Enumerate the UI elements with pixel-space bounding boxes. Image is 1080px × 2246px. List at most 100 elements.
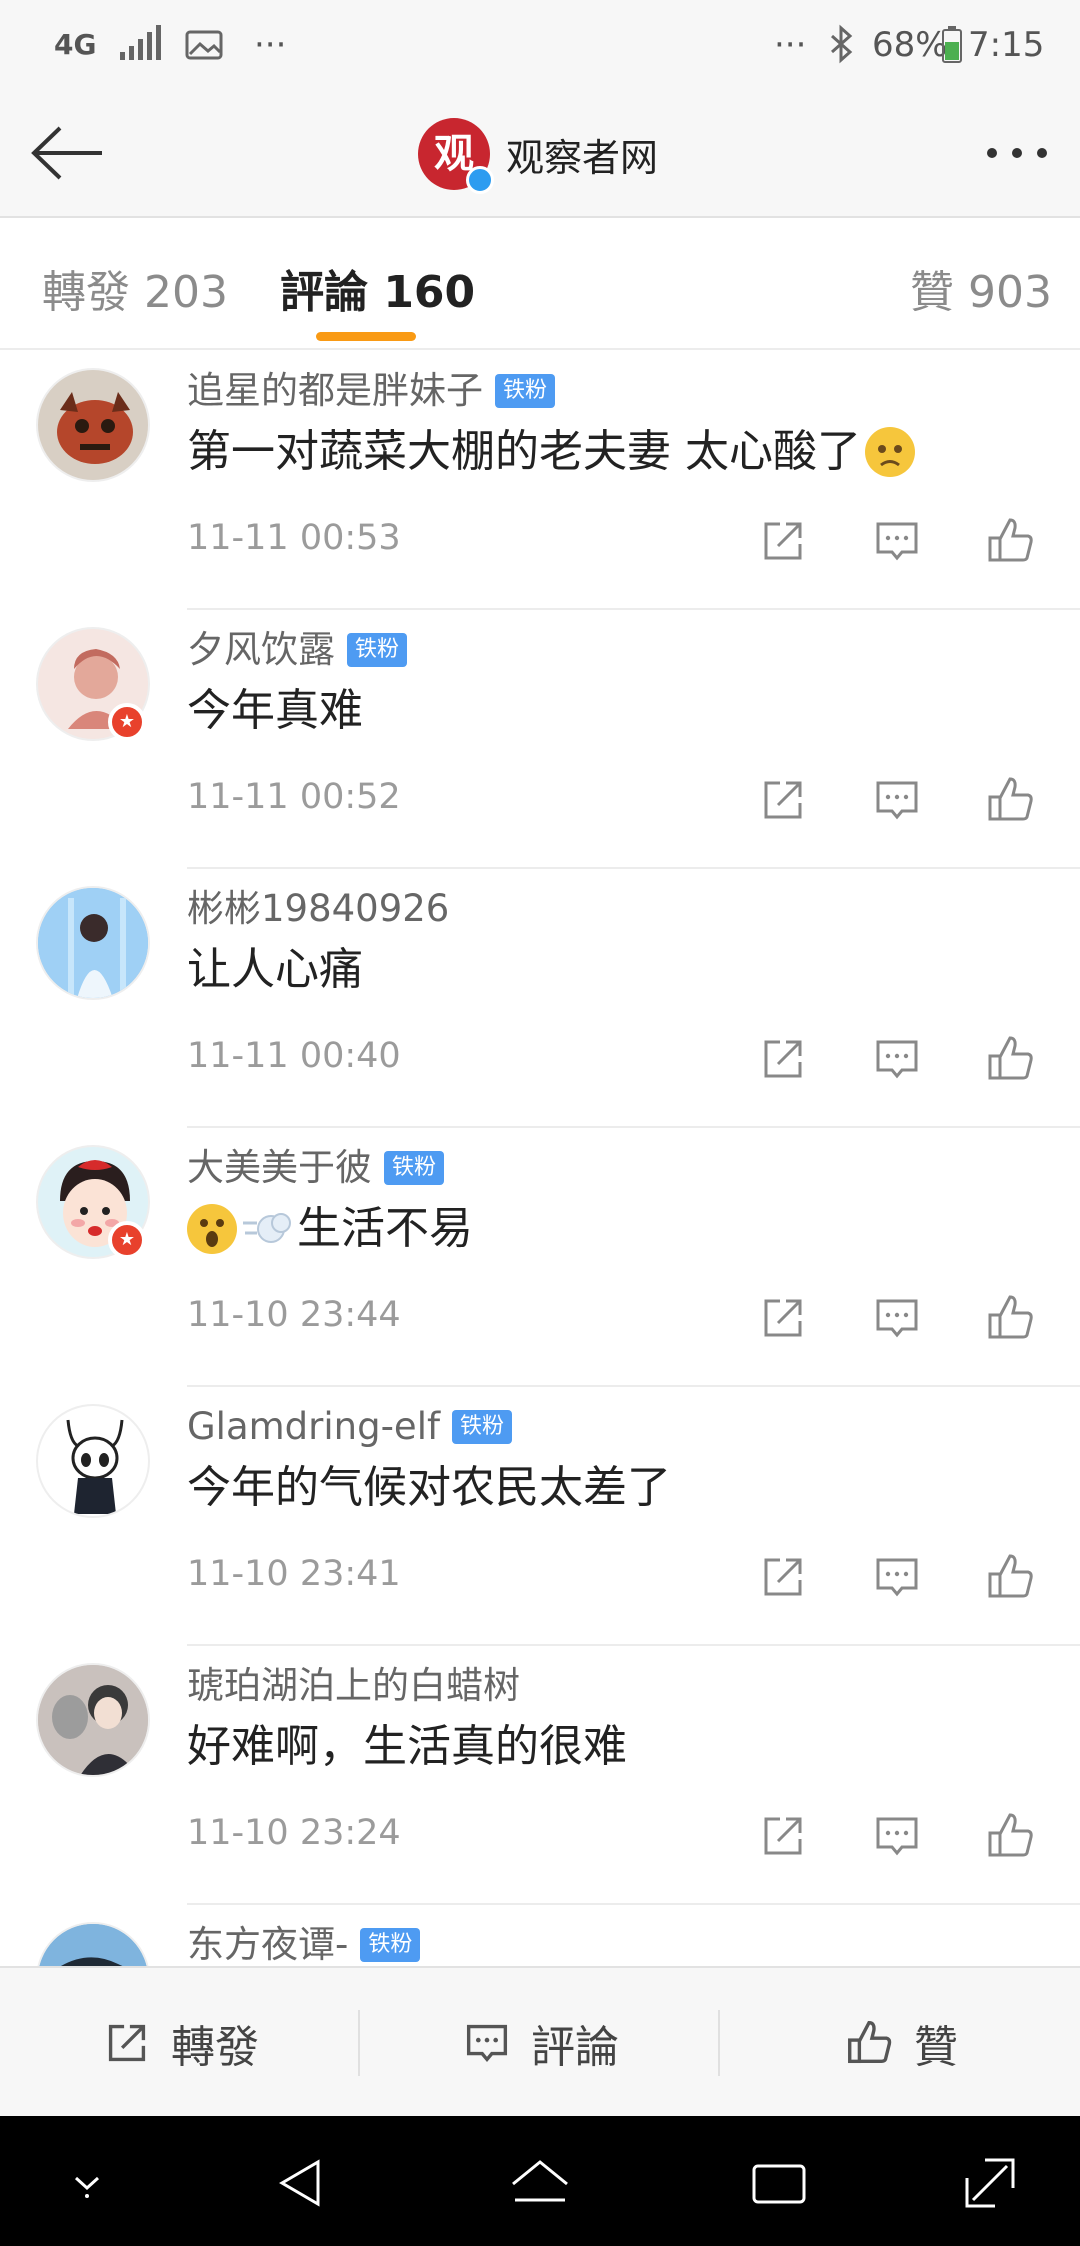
avatar[interactable]	[36, 1404, 150, 1518]
network-indicator: 4G	[54, 28, 97, 61]
comment-username[interactable]: Glamdring-elf 铁粉	[187, 1402, 513, 1452]
share-icon	[764, 1817, 802, 1855]
clock: 7:15	[968, 25, 1045, 65]
like-button[interactable]	[982, 1289, 1040, 1347]
reply-button[interactable]	[868, 1289, 926, 1347]
hide-nav-button[interactable]	[52, 2148, 122, 2218]
more-options-button[interactable]	[972, 118, 1062, 188]
comment-time: 11-10 23:24	[187, 1813, 401, 1853]
share-button[interactable]	[754, 1289, 812, 1347]
reply-button[interactable]	[868, 1548, 926, 1606]
like-button[interactable]	[982, 512, 1040, 570]
reply-button[interactable]	[868, 771, 926, 829]
reply-button[interactable]	[868, 1807, 926, 1865]
battery-icon	[940, 20, 964, 70]
avatar[interactable]	[36, 1922, 150, 1966]
verified-badge-icon	[466, 166, 494, 194]
comment-list[interactable]: 追星的都是胖妹子 铁粉 第一对蔬菜大棚的老夫妻 太心酸了 11-11 00:53 …	[0, 352, 1080, 1966]
share-button[interactable]	[754, 1030, 812, 1088]
share-icon	[108, 2024, 146, 2062]
comment-text: 今年的气候对农民太差了	[187, 1462, 671, 1513]
avatar[interactable]	[36, 368, 150, 482]
more-notifications: ···	[254, 25, 287, 65]
more-status: ···	[774, 25, 807, 65]
share-button[interactable]	[754, 771, 812, 829]
thumbs-up-icon	[988, 518, 1033, 562]
back-button[interactable]	[20, 108, 110, 198]
comment-icon	[876, 1040, 918, 1079]
comment-time: 11-10 23:44	[187, 1295, 401, 1335]
share-icon	[764, 1040, 802, 1078]
comment-icon	[876, 1817, 918, 1856]
comment-username[interactable]: 追星的都是胖妹子 铁粉	[187, 366, 556, 416]
comment-icon	[876, 781, 918, 820]
comment-time: 11-10 23:41	[187, 1554, 401, 1594]
comment-item: ★ 大美美于彼 铁粉 生活不易 11-10 23:44	[0, 1129, 1080, 1388]
share-button[interactable]	[754, 1807, 812, 1865]
divider	[187, 1903, 1080, 1905]
thumbs-up-icon	[848, 2021, 892, 2064]
share-icon	[764, 1299, 802, 1337]
tab-comments[interactable]: 評論 160	[280, 256, 475, 320]
recents-nav-button[interactable]	[744, 2148, 814, 2218]
comment-text: 让人心痛	[187, 944, 363, 995]
fan-badge: 铁粉	[384, 1151, 445, 1185]
avatar[interactable]	[36, 1663, 150, 1777]
thumbs-up-icon	[988, 1554, 1033, 1598]
thumbs-up-icon	[988, 1813, 1033, 1857]
divider	[187, 1126, 1080, 1128]
share-button[interactable]	[754, 512, 812, 570]
thumbs-up-icon	[988, 1036, 1033, 1080]
thumbs-up-icon	[988, 777, 1033, 821]
account-logo: 观	[418, 118, 494, 194]
comment-text: 第一对蔬菜大棚的老夫妻 太心酸了	[187, 422, 915, 482]
fullscreen-nav-button[interactable]	[955, 2148, 1025, 2218]
navigation-bar: 观 观察者网	[0, 90, 1080, 218]
signal-icon	[118, 20, 162, 70]
chevron-down-icon	[74, 2176, 100, 2198]
like-button[interactable]	[982, 1807, 1040, 1865]
divider	[187, 1644, 1080, 1646]
fan-badge: 铁粉	[452, 1410, 513, 1444]
comment-button[interactable]: 評論	[360, 1968, 718, 2118]
share-icon	[764, 1558, 802, 1596]
back-triangle-icon	[279, 2159, 320, 2207]
verified-user-badge-icon: ★	[108, 1221, 146, 1259]
comment-text: 好难啊，生活真的很难	[187, 1721, 627, 1772]
like-post-button[interactable]: 贊	[720, 1968, 1080, 2118]
sad-face-emoji	[865, 427, 915, 477]
comment-time: 11-11 00:52	[187, 777, 401, 817]
reply-button[interactable]	[868, 512, 926, 570]
comment-username[interactable]: 彬彬19840926	[187, 884, 449, 934]
like-button[interactable]	[982, 771, 1040, 829]
comment-username[interactable]: 琥珀湖泊上的白蜡树	[187, 1661, 520, 1711]
tab-bar: 轉發 203 評論 160 贊 903	[0, 218, 1080, 350]
comment-text: 今年真难	[187, 685, 363, 736]
divider	[187, 867, 1080, 869]
share-button[interactable]	[754, 1548, 812, 1606]
reply-button[interactable]	[868, 1030, 926, 1088]
comment-item: 琥珀湖泊上的白蜡树 好难啊，生活真的很难 11-10 23:24	[0, 1647, 1080, 1906]
comment-username[interactable]: 大美美于彼 铁粉	[187, 1143, 445, 1193]
like-button[interactable]	[982, 1548, 1040, 1606]
back-arrow-icon	[31, 126, 102, 180]
page-title: 观察者网	[506, 135, 659, 180]
comment-username[interactable]: 夕风饮露 铁粉	[187, 625, 408, 675]
repost-button[interactable]: 轉發	[0, 1968, 358, 2118]
comment-icon	[466, 2024, 508, 2063]
tab-reposts[interactable]: 轉發 203	[42, 256, 228, 320]
tab-likes[interactable]: 贊 903	[910, 256, 1052, 320]
account-title[interactable]: 观 观察者网	[418, 114, 658, 194]
home-nav-button[interactable]	[505, 2148, 575, 2218]
back-nav-button[interactable]	[266, 2148, 336, 2218]
bottom-action-bar: 轉發 評論 贊	[0, 1966, 1080, 2116]
active-tab-indicator	[316, 332, 416, 341]
avatar[interactable]	[36, 886, 150, 1000]
comment-time: 11-11 00:53	[187, 518, 401, 558]
comment-item: Glamdring-elf 铁粉 今年的气候对农民太差了 11-10 23:41	[0, 1388, 1080, 1647]
fan-badge: 铁粉	[347, 633, 408, 667]
thumbs-up-icon	[988, 1295, 1033, 1339]
comment-icon	[876, 1558, 918, 1597]
like-button[interactable]	[982, 1030, 1040, 1088]
comment-username[interactable]: 东方夜谭- 铁粉	[187, 1920, 421, 1966]
